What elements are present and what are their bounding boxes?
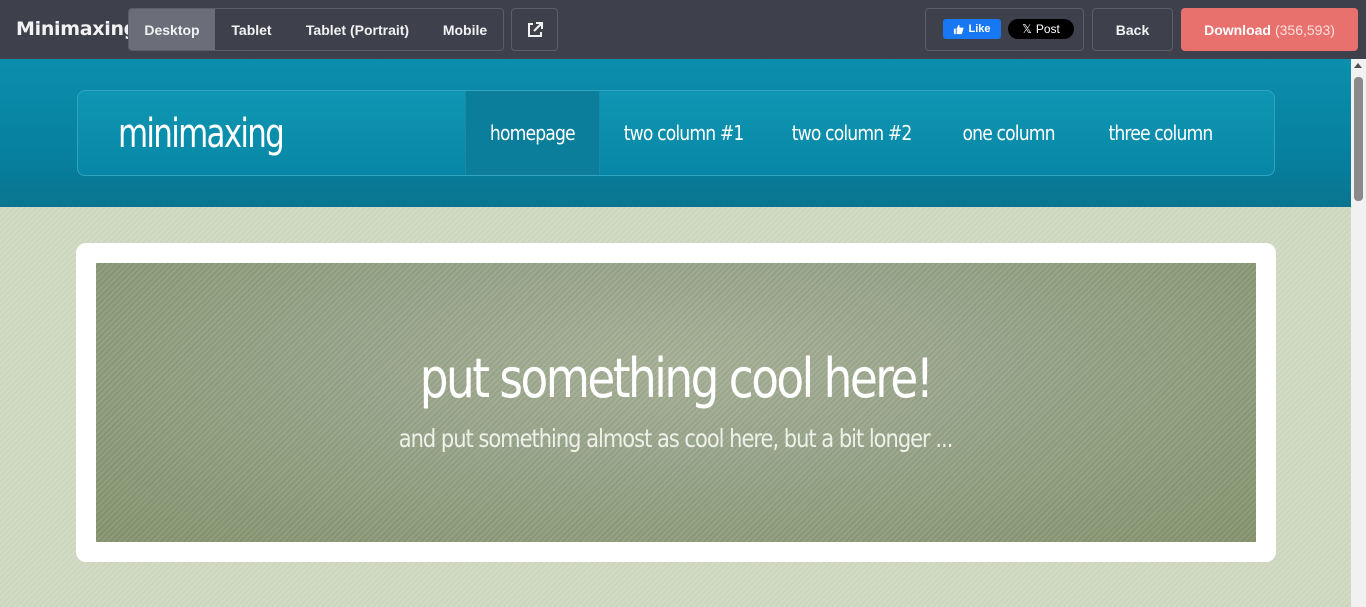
nav-homepage[interactable]: homepage: [465, 91, 600, 175]
social-buttons: Like 𝕏 Post: [925, 8, 1084, 51]
nav-label: three column: [1108, 121, 1213, 145]
download-count: (356,593): [1274, 21, 1335, 38]
x-logo-icon: 𝕏: [1022, 22, 1032, 36]
nav-bar: minimaxing homepage two column #1 two co…: [77, 90, 1275, 176]
download-button[interactable]: Download (356,593): [1181, 8, 1358, 51]
vertical-scrollbar[interactable]: [1351, 59, 1366, 607]
site-header: minimaxing homepage two column #1 two co…: [0, 59, 1351, 207]
nav-three-column[interactable]: three column: [1082, 91, 1238, 175]
x-post-button[interactable]: 𝕏 Post: [1008, 19, 1074, 39]
nav-two-column-2[interactable]: two column #2: [768, 91, 936, 175]
scroll-up-arrow-icon[interactable]: [1354, 63, 1362, 68]
device-tablet-portrait-button[interactable]: Tablet (Portrait): [288, 9, 427, 50]
brand-title: Minimaxing: [16, 18, 137, 40]
device-desktop-button[interactable]: Desktop: [129, 9, 215, 50]
banner-title: put something cool here!: [420, 347, 934, 410]
like-label: Like: [968, 23, 991, 35]
download-label: Download: [1204, 21, 1271, 38]
nav-label: one column: [962, 121, 1056, 145]
open-external-button[interactable]: [511, 8, 558, 51]
nav-label: two column #1: [624, 121, 745, 145]
scrollbar-thumb[interactable]: [1354, 77, 1363, 201]
nav-one-column[interactable]: one column: [936, 91, 1082, 175]
back-button[interactable]: Back: [1092, 8, 1173, 51]
device-tablet-button[interactable]: Tablet: [215, 9, 288, 50]
preview-toolbar: Minimaxing Desktop Tablet Tablet (Portra…: [0, 0, 1366, 59]
thumbs-up-icon: [954, 24, 964, 34]
banner-subtitle: and put something almost as cool here, b…: [399, 424, 954, 453]
external-link-icon: [527, 21, 543, 37]
nav-label: two column #2: [792, 121, 913, 145]
post-label: Post: [1035, 22, 1060, 36]
nav-two-column-1[interactable]: two column #1: [600, 91, 768, 175]
hero-banner: put something cool here! and put somethi…: [96, 263, 1256, 542]
facebook-like-button[interactable]: Like: [943, 19, 1001, 39]
template-preview: minimaxing homepage two column #1 two co…: [0, 59, 1351, 607]
device-switcher: Desktop Tablet Tablet (Portrait) Mobile: [128, 8, 504, 51]
device-mobile-button[interactable]: Mobile: [427, 9, 503, 50]
banner-frame: put something cool here! and put somethi…: [76, 243, 1276, 562]
site-logo[interactable]: minimaxing: [118, 111, 285, 157]
nav-label: homepage: [490, 121, 576, 145]
